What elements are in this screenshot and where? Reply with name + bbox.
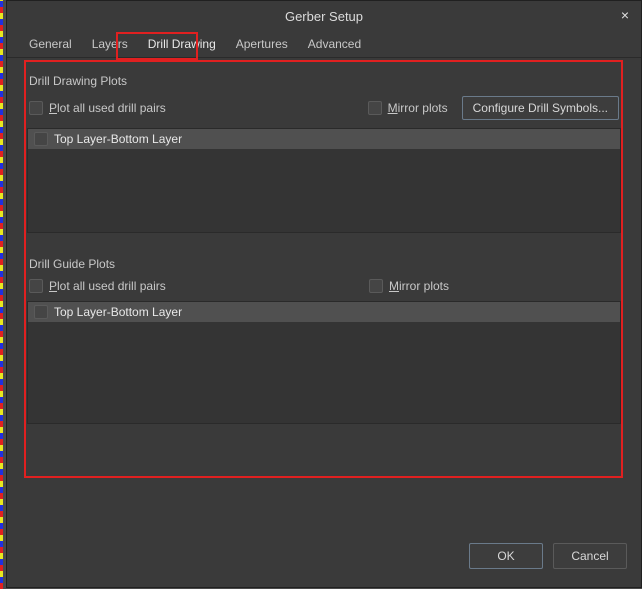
- cancel-button[interactable]: Cancel: [553, 543, 627, 569]
- tab-advanced[interactable]: Advanced: [298, 31, 371, 57]
- list-item-label: Top Layer-Bottom Layer: [54, 132, 182, 146]
- list-item-label: Top Layer-Bottom Layer: [54, 305, 182, 319]
- tabstrip: General Layers Drill Drawing Apertures A…: [7, 31, 641, 58]
- configure-drill-symbols-button[interactable]: Configure Drill Symbols...: [462, 96, 619, 120]
- drill-guide-options-row: Plot all used drill pairs Mirror plots: [25, 277, 623, 301]
- tab-content: Drill Drawing Plots Plot all used drill …: [7, 58, 641, 529]
- list-item[interactable]: Top Layer-Bottom Layer: [28, 129, 620, 149]
- checkbox-icon[interactable]: [34, 305, 48, 319]
- checkbox-icon: [29, 279, 43, 293]
- list-empty-area: [28, 322, 620, 423]
- drill-drawing-list[interactable]: Top Layer-Bottom Layer: [27, 128, 621, 233]
- drill-guide-list[interactable]: Top Layer-Bottom Layer: [27, 301, 621, 424]
- mirror-plots-label: Mirror plots: [388, 101, 448, 115]
- tab-apertures[interactable]: Apertures: [226, 31, 298, 57]
- drill-drawing-options-row: Plot all used drill pairs Mirror plots C…: [25, 94, 623, 128]
- app-edge-stripe: [0, 0, 3, 589]
- plot-all-drill-pairs-checkbox[interactable]: Plot all used drill pairs: [29, 101, 166, 115]
- tab-drill-drawing[interactable]: Drill Drawing: [138, 31, 226, 57]
- mirror-plots-guide-label: Mirror plots: [389, 279, 449, 293]
- dialog-title: Gerber Setup: [285, 9, 363, 24]
- checkbox-icon: [368, 101, 382, 115]
- mirror-plots-guide-checkbox[interactable]: Mirror plots: [369, 279, 449, 293]
- ok-button[interactable]: OK: [469, 543, 543, 569]
- list-empty-area: [28, 149, 620, 232]
- plot-all-guide-label: Plot all used drill pairs: [49, 279, 166, 293]
- checkbox-icon[interactable]: [34, 132, 48, 146]
- close-icon[interactable]: ×: [617, 7, 633, 23]
- tab-layers[interactable]: Layers: [82, 31, 138, 57]
- plot-all-label: Plot all used drill pairs: [49, 101, 166, 115]
- checkbox-icon: [29, 101, 43, 115]
- mirror-plots-checkbox[interactable]: Mirror plots: [368, 101, 448, 115]
- drill-drawing-section-label: Drill Drawing Plots: [29, 74, 623, 88]
- drill-guide-section-label: Drill Guide Plots: [29, 257, 623, 271]
- tab-general[interactable]: General: [19, 31, 82, 57]
- gerber-setup-dialog: Gerber Setup × General Layers Drill Draw…: [6, 0, 642, 588]
- checkbox-icon: [369, 279, 383, 293]
- titlebar: Gerber Setup ×: [7, 1, 641, 31]
- dialog-footer: OK Cancel: [7, 529, 641, 587]
- list-item[interactable]: Top Layer-Bottom Layer: [28, 302, 620, 322]
- plot-all-drill-pairs-guide-checkbox[interactable]: Plot all used drill pairs: [29, 279, 166, 293]
